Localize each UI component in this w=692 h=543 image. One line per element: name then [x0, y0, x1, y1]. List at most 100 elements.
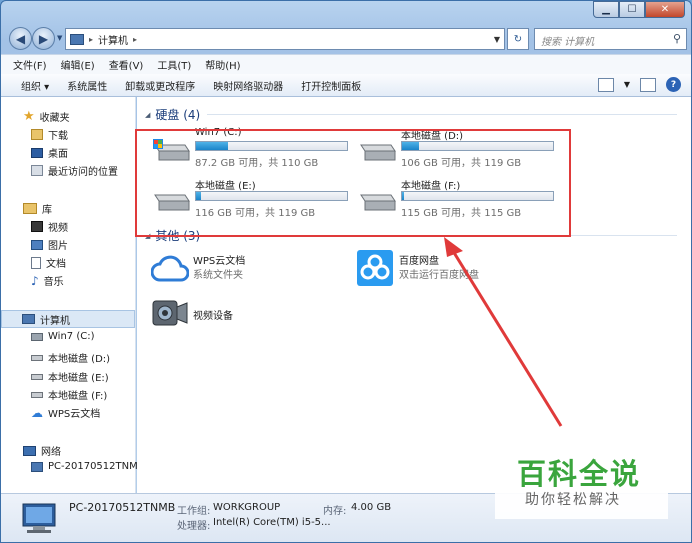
recent-pages-dropdown[interactable]: ▼	[57, 34, 62, 42]
back-button[interactable]: ◀	[9, 27, 32, 50]
nav-favorites-label: 收藏夹	[39, 113, 70, 124]
nav-downloads[interactable]: 下载	[31, 127, 68, 142]
menu-view[interactable]: 查看(V)	[109, 57, 144, 72]
computer-icon	[22, 314, 35, 324]
command-bar: 组织 ▾ 系统属性 卸载或更改程序 映射网络驱动器 打开控制面板 ▼ ?	[1, 74, 691, 97]
desktop-icon	[31, 147, 43, 158]
wps-cloud-name: WPS云文档	[193, 256, 246, 267]
map-network-drive-button[interactable]: 映射网络驱动器	[213, 78, 283, 93]
nav-pictures-label: 图片	[48, 241, 68, 252]
chevron-right-icon[interactable]: ▸	[133, 35, 137, 44]
memory-value: 4.00 GB	[351, 502, 392, 513]
group-hdd-label: 硬盘 (4)	[155, 108, 201, 122]
workgroup-value: WORKGROUP	[213, 502, 281, 513]
search-placeholder: 搜索 计算机	[541, 37, 595, 48]
watermark-subtitle: 助你轻松解决	[525, 492, 621, 508]
refresh-button[interactable]: ↻	[507, 28, 529, 50]
disk-drive-icon	[31, 391, 43, 398]
watermark: 百科全说 助你轻松解决	[495, 437, 668, 519]
videos-icon	[31, 221, 43, 232]
computer-icon	[22, 503, 56, 533]
workgroup-label: 工作组:	[177, 506, 211, 517]
disk-drive-icon	[31, 354, 43, 361]
organize-button[interactable]: 组织 ▾	[21, 78, 49, 93]
nav-videos[interactable]: 视频	[31, 219, 68, 234]
library-icon	[23, 203, 37, 214]
nav-drive-d-label: 本地磁盘 (D:)	[48, 354, 111, 365]
address-path[interactable]: 计算机	[98, 32, 128, 47]
minimize-button[interactable]: ▁	[593, 1, 619, 18]
uninstall-program-button[interactable]: 卸载或更改程序	[125, 78, 195, 93]
downloads-folder-icon	[31, 129, 43, 140]
network-icon	[23, 445, 36, 456]
nav-computer[interactable]: 计算机	[1, 310, 135, 328]
nav-desktop[interactable]: 桌面	[31, 145, 68, 160]
nav-music-label: 音乐	[43, 277, 64, 288]
change-view-icon[interactable]	[597, 77, 614, 92]
nav-favorites[interactable]: ★ 收藏夹	[23, 109, 70, 124]
computer-icon	[70, 33, 84, 45]
menu-file[interactable]: 文件(F)	[13, 57, 47, 72]
cloud-icon	[151, 255, 189, 282]
navigation-pane: ★ 收藏夹 下载 桌面 最近访问的位置 库 视频 图片 文档 ♪ 音乐 计算机 …	[1, 97, 138, 493]
nav-network-label: 网络	[41, 447, 61, 458]
preview-pane-icon[interactable]	[640, 77, 656, 92]
video-camera-icon	[152, 300, 188, 326]
help-icon[interactable]: ?	[666, 77, 681, 92]
menu-tools[interactable]: 工具(T)	[157, 57, 191, 72]
view-dropdown-icon[interactable]: ▼	[624, 80, 630, 89]
chevron-right-icon: ▸	[89, 34, 94, 44]
nav-wps-cloud[interactable]: ☁ WPS云文档	[31, 405, 100, 421]
group-hard-drives[interactable]: ◢ 硬盘 (4)	[145, 106, 200, 123]
caption-buttons: ▁ ☐ ✕	[593, 1, 685, 18]
nav-drive-f[interactable]: 本地磁盘 (F:)	[31, 387, 107, 402]
processor-value: Intel(R) Core(TM) i5-5...	[213, 517, 331, 528]
search-input[interactable]: 搜索 计算机 ⚲	[534, 28, 687, 50]
nav-documents[interactable]: 文档	[31, 255, 66, 270]
nav-drive-e[interactable]: 本地磁盘 (E:)	[31, 369, 109, 384]
music-icon: ♪	[31, 273, 39, 288]
close-button[interactable]: ✕	[645, 1, 685, 18]
nav-videos-label: 视频	[48, 223, 68, 234]
video-device-name: 视频设备	[193, 311, 233, 322]
address-field[interactable]: ▸ 计算机 ▸ ▼	[65, 28, 505, 50]
forward-button[interactable]: ▶	[32, 27, 55, 50]
view-controls: ▼ ?	[597, 77, 681, 92]
system-properties-button[interactable]: 系统属性	[67, 78, 107, 93]
nav-network-pc[interactable]: PC-20170512TNM	[31, 461, 138, 472]
wps-cloud-type: 系统文件夹	[193, 270, 243, 281]
nav-libraries[interactable]: 库	[23, 201, 52, 216]
baidu-netdisk-name: 百度网盘	[399, 256, 439, 267]
wps-cloud-item[interactable]: WPS云文档 系统文件夹	[151, 252, 351, 292]
nav-computer-label: 计算机	[40, 315, 70, 327]
baidu-netdisk-item[interactable]: 百度网盘 双击运行百度网盘	[357, 250, 557, 292]
star-icon: ★	[23, 109, 35, 124]
nav-network[interactable]: 网络	[23, 443, 61, 458]
disk-drive-icon	[31, 373, 43, 380]
nav-drive-c[interactable]: Win7 (C:)	[31, 331, 94, 342]
search-icon[interactable]: ⚲	[673, 32, 681, 45]
nav-pictures[interactable]: 图片	[31, 237, 68, 252]
menu-edit[interactable]: 编辑(E)	[61, 57, 95, 72]
baidu-netdisk-icon	[357, 250, 393, 286]
maximize-button[interactable]: ☐	[619, 1, 645, 18]
nav-drive-d[interactable]: 本地磁盘 (D:)	[31, 350, 110, 365]
nav-recent-label: 最近访问的位置	[48, 167, 118, 178]
group-divider	[207, 114, 677, 115]
annotation-highlight-box	[135, 129, 571, 237]
open-control-panel-button[interactable]: 打开控制面板	[301, 78, 361, 93]
pictures-icon	[31, 239, 43, 250]
nav-music[interactable]: ♪ 音乐	[31, 273, 64, 289]
address-dropdown[interactable]: ▼	[494, 35, 500, 44]
nav-drive-f-label: 本地磁盘 (F:)	[48, 391, 108, 402]
explorer-window: ▁ ☐ ✕ ◀ ▶ ▼ ▸ 计算机 ▸ ▼ ↻ 搜索 计算机 ⚲ 文件(F) 编…	[0, 0, 692, 543]
menu-help[interactable]: 帮助(H)	[205, 57, 240, 72]
nav-recent-places[interactable]: 最近访问的位置	[31, 163, 118, 178]
baidu-netdisk-desc: 双击运行百度网盘	[399, 270, 479, 281]
cloud-icon: ☁	[31, 405, 43, 420]
menu-bar: 文件(F) 编辑(E) 查看(V) 工具(T) 帮助(H)	[1, 54, 691, 74]
video-device-item[interactable]: 视频设备	[151, 297, 351, 337]
system-drive-icon	[31, 332, 43, 341]
collapse-icon[interactable]: ◢	[145, 111, 150, 119]
nav-documents-label: 文档	[46, 259, 66, 270]
